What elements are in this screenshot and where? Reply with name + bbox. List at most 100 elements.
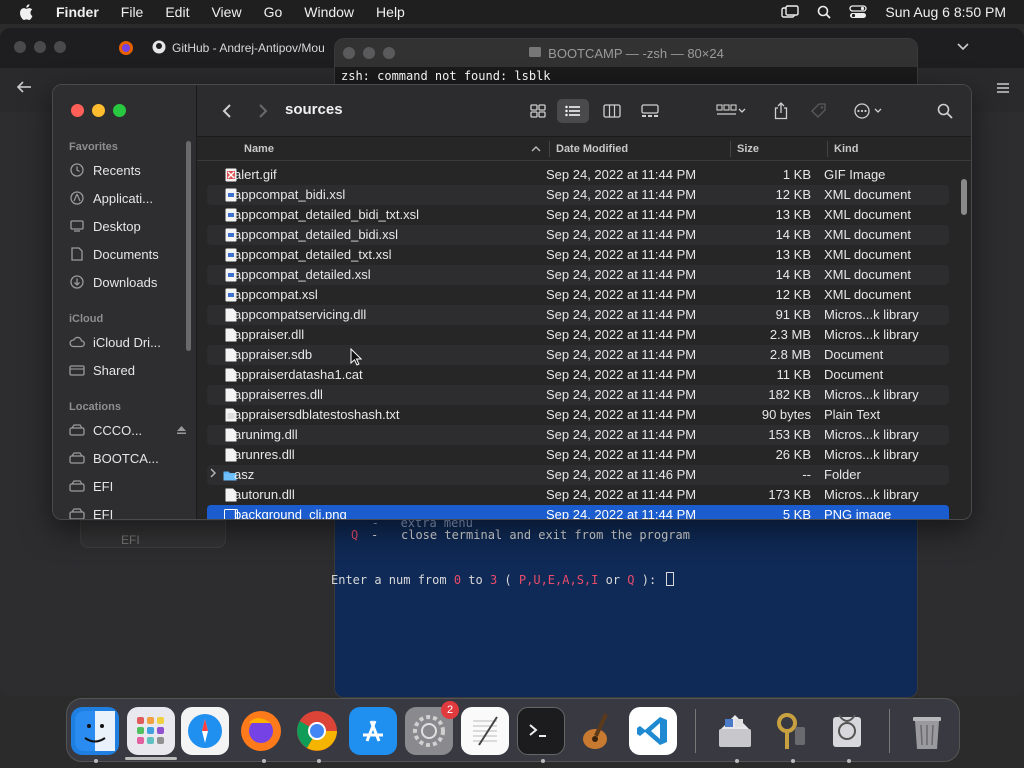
system-settings-icon[interactable]: 2 (405, 701, 459, 755)
file-row[interactable]: appraisersdblatestoshash.txt Sep 24, 2022… (207, 405, 949, 425)
browser-tab-github[interactable]: GitHub - Andrej-Antipov/Mou (152, 34, 342, 62)
eject-icon[interactable] (176, 423, 187, 438)
file-list-scrollbar[interactable] (961, 179, 967, 215)
sidebar-item-downloads[interactable]: Downloads (69, 270, 187, 294)
gallery-view-button[interactable] (635, 99, 665, 123)
forward-button[interactable] (253, 99, 273, 123)
sidebar-item-documents[interactable]: Documents (69, 242, 187, 266)
disclosure-triangle-icon[interactable] (209, 468, 221, 482)
screen-mirroring-icon[interactable] (781, 5, 800, 19)
sidebar-item-bootcamp-volume[interactable]: BOOTCA... (69, 446, 187, 470)
sidebar-item-label: EFI (93, 506, 114, 520)
file-row[interactable]: arunimg.dll Sep 24, 2022 at 11:44 PM 153 K… (207, 425, 949, 445)
vscode-icon[interactable] (629, 707, 677, 755)
column-name-header[interactable]: Name (244, 137, 274, 161)
file-kind: Micros...k library (824, 427, 919, 442)
finder-window[interactable]: Favorites Recents Applicati... Desktop D… (52, 84, 972, 520)
menu-view[interactable]: View (211, 4, 241, 20)
close-button[interactable] (71, 104, 84, 117)
sidebar-item-ccco-volume[interactable]: CCCO... (69, 418, 187, 442)
group-by-button[interactable] (711, 99, 751, 123)
column-divider[interactable] (549, 141, 550, 157)
file-row[interactable]: appraiser.sdb Sep 24, 2022 at 11:44 PM 2.8… (207, 345, 949, 365)
firefox-icon[interactable] (237, 707, 285, 755)
file-date-modified: Sep 24, 2022 at 11:46 PM (546, 467, 697, 482)
back-button[interactable] (217, 99, 237, 123)
file-row[interactable]: appcompat.xsl Sep 24, 2022 at 11:44 PM 12 … (207, 285, 949, 305)
hamburger-menu-icon[interactable] (996, 82, 1010, 97)
zoom-button[interactable] (113, 104, 126, 117)
disk-utility-icon[interactable] (823, 707, 871, 755)
file-row[interactable]: appcompat_detailed_txt.xsl Sep 24, 2022 a… (207, 245, 949, 265)
sidebar-item-applications[interactable]: Applicati... (69, 186, 187, 210)
file-row[interactable]: arunres.dll Sep 24, 2022 at 11:44 PM 26 KB… (207, 445, 949, 465)
file-row[interactable]: appraiserdatasha1.cat Sep 24, 2022 at 11:… (207, 365, 949, 385)
minimize-button[interactable] (92, 104, 105, 117)
launchpad-icon[interactable] (127, 707, 175, 755)
terminal-cursor[interactable] (666, 572, 674, 586)
garageband-icon[interactable] (573, 707, 621, 755)
sidebar-item-icloud-drive[interactable]: iCloud Dri... (69, 330, 187, 354)
back-arrow-icon[interactable] (16, 80, 32, 97)
app-store-icon[interactable] (349, 707, 397, 755)
menu-go[interactable]: Go (264, 4, 283, 20)
file-row[interactable]: background_cli.png Sep 24, 2022 at 11:44 … (207, 505, 949, 519)
list-view-button[interactable] (557, 99, 589, 123)
firefox-tab-icon[interactable] (118, 40, 134, 59)
file-size: 13 KB (775, 207, 811, 222)
terminal-icon[interactable] (517, 707, 565, 755)
chrome-icon[interactable] (293, 707, 341, 755)
menu-file[interactable]: File (121, 4, 144, 20)
file-row[interactable]: asz Sep 24, 2022 at 11:46 PM -- Folder (207, 465, 949, 485)
menu-edit[interactable]: Edit (165, 4, 189, 20)
file-row[interactable]: appcompat_detailed.xsl Sep 24, 2022 at 11… (207, 265, 949, 285)
menu-clock[interactable]: Sun Aug 6 8:50 PM (885, 4, 1006, 20)
safari-icon[interactable] (181, 707, 229, 755)
sidebar-item-shared[interactable]: Shared (69, 358, 187, 382)
sidebar-item-efi-volume[interactable]: EFI (69, 474, 187, 498)
tag-icon[interactable] (807, 99, 831, 123)
menu-window[interactable]: Window (304, 4, 354, 20)
column-kind-header[interactable]: Kind (834, 137, 858, 161)
browser-traffic-lights (14, 41, 66, 53)
sidebar-scrollbar[interactable] (186, 141, 191, 351)
column-size-header[interactable]: Size (737, 137, 759, 161)
textedit-icon[interactable] (461, 707, 509, 755)
file-row[interactable]: appcompat_detailed_bidi.xsl Sep 24, 2022 … (207, 225, 949, 245)
apple-menu-icon[interactable] (16, 1, 38, 23)
column-view-button[interactable] (597, 99, 627, 123)
column-divider[interactable] (827, 141, 828, 157)
more-actions-icon[interactable] (849, 99, 889, 123)
efi-ghost-label: EFI (121, 533, 140, 547)
control-center-icon[interactable] (849, 5, 868, 19)
finder-icon[interactable] (71, 707, 119, 755)
file-row[interactable]: appcompatservicing.dll Sep 24, 2022 at 11… (207, 305, 949, 325)
file-row[interactable]: appraiser.dll Sep 24, 2022 at 11:44 PM 2.3… (207, 325, 949, 345)
file-row[interactable]: appcompat_detailed_bidi_txt.xsl Sep 24, 2… (207, 205, 949, 225)
file-name: appcompat_detailed_txt.xsl (234, 247, 392, 262)
sort-chevron-up-icon[interactable] (531, 137, 541, 161)
file-row[interactable]: autorun.dll Sep 24, 2022 at 11:44 PM 173 K… (207, 485, 949, 505)
drive-icon (69, 450, 85, 466)
sidebar-item-recents[interactable]: Recents (69, 158, 187, 182)
boot-camp-assistant-icon[interactable] (711, 707, 759, 755)
finder-main-pane: sources Name Date Modified Size Kind ale… (197, 85, 971, 519)
file-row[interactable]: appraiserres.dll Sep 24, 2022 at 11:44 PM… (207, 385, 949, 405)
sidebar-item-efi-volume-2[interactable]: EFI (69, 502, 187, 520)
menu-help[interactable]: Help (376, 4, 405, 20)
chevron-down-icon[interactable] (956, 40, 970, 55)
trash-icon[interactable] (903, 707, 951, 755)
search-icon[interactable] (933, 99, 957, 123)
file-row[interactable]: alert.gif Sep 24, 2022 at 11:44 PM 1 KB GIF… (207, 165, 949, 185)
file-row[interactable]: appcompat_bidi.xsl Sep 24, 2022 at 11:44 … (207, 185, 949, 205)
share-icon[interactable] (769, 99, 793, 123)
keychain-access-icon[interactable] (767, 707, 815, 755)
efi-window-ghost: EFI (80, 520, 226, 548)
spotlight-search-icon[interactable] (817, 5, 831, 19)
column-divider[interactable] (730, 141, 731, 157)
finder-toolbar: sources (197, 85, 971, 137)
sidebar-item-desktop[interactable]: Desktop (69, 214, 187, 238)
menu-app-name[interactable]: Finder (56, 4, 99, 20)
column-date-header[interactable]: Date Modified (556, 137, 628, 161)
icon-view-button[interactable] (523, 99, 553, 123)
